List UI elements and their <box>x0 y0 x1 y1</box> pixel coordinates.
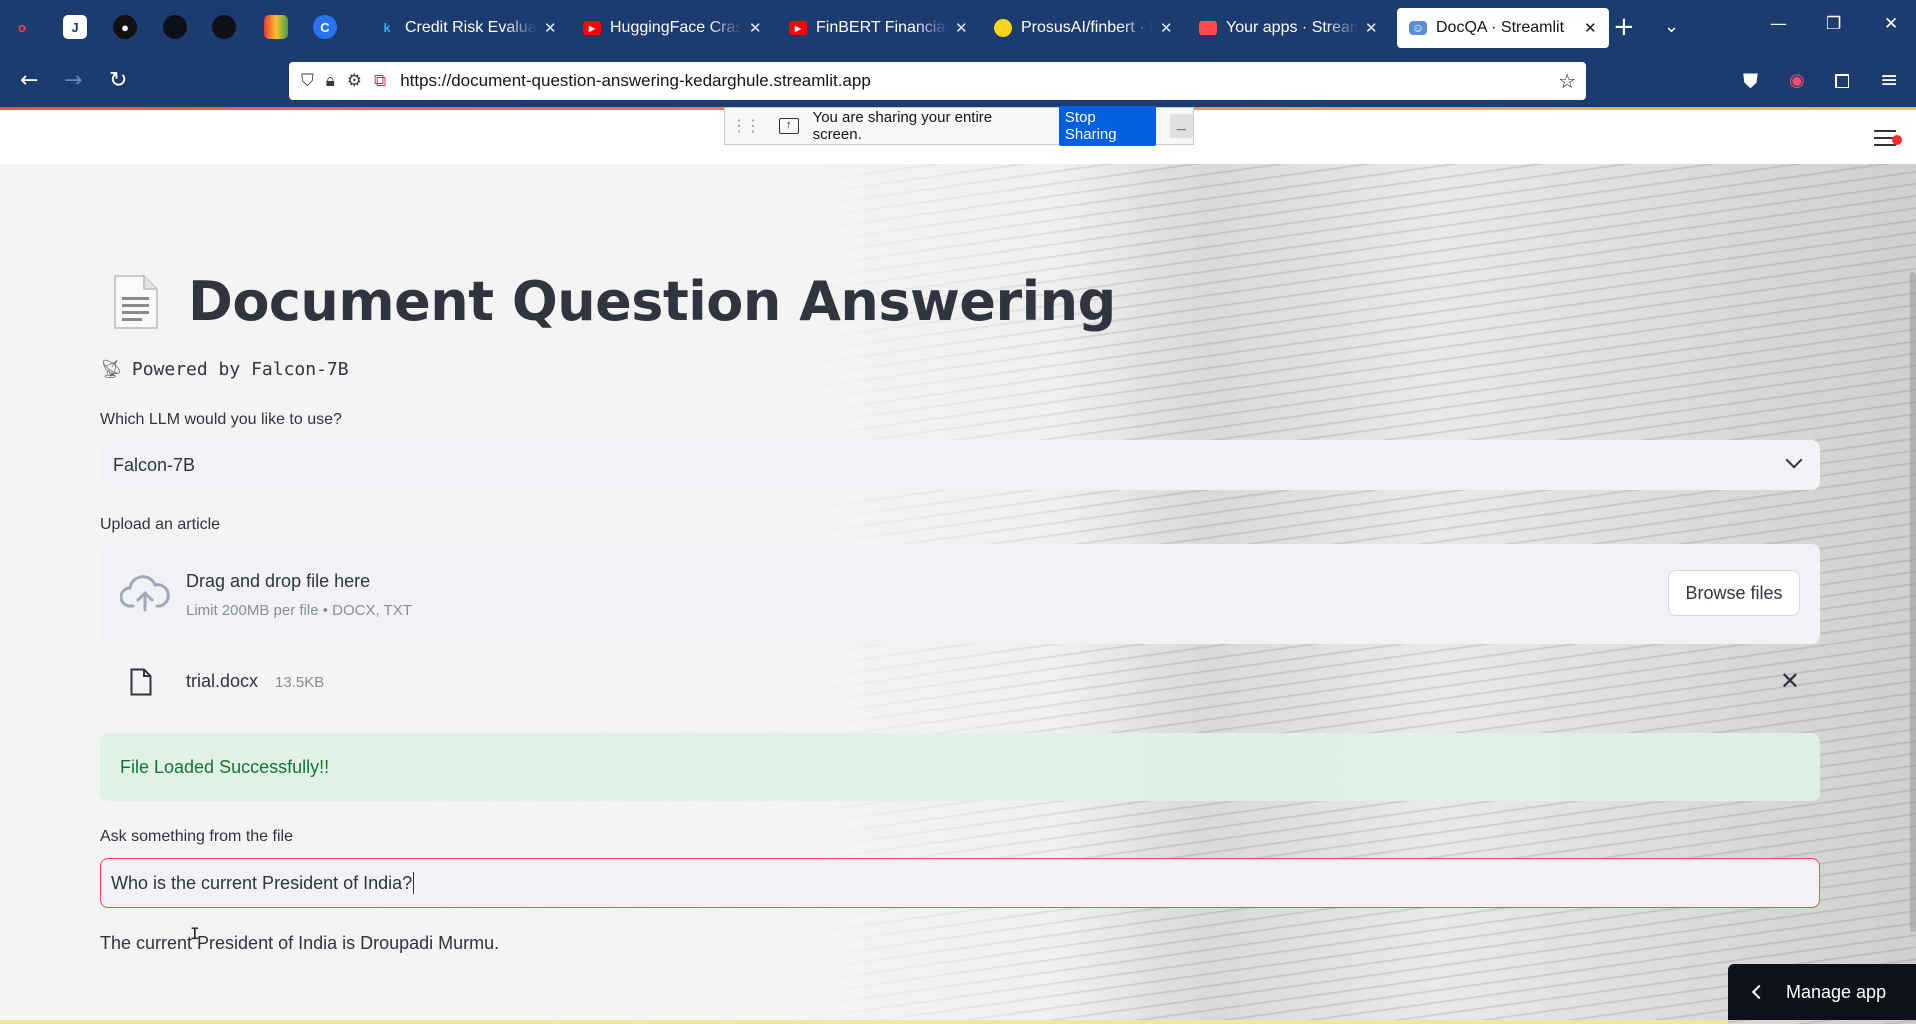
youtube-icon: ▶ <box>583 21 601 35</box>
tab-credit-risk[interactable]: k Credit Risk Evaluation ✕ <box>378 10 557 46</box>
nav-bar: ← → ↻ ⛉ 🔒︎ ⚙ ⧉ https://document-question… <box>0 55 1916 107</box>
pinned-tab-github-icon-2[interactable] <box>212 15 236 39</box>
pinned-tab-opera-icon[interactable]: o <box>10 15 34 39</box>
uploaded-file-size: 13.5KB <box>275 674 325 691</box>
tab-finbert[interactable]: ▶ FinBERT Financial Sentiment ✕ <box>789 10 968 46</box>
dropzone-instructions: Drag and drop file here <box>186 571 371 591</box>
page-scrollbar[interactable] <box>1910 272 1916 932</box>
bottom-border <box>0 1020 1728 1024</box>
page-title-row: Document Question Answering <box>112 270 1116 333</box>
pinned-tab-chart-icon[interactable] <box>264 15 288 39</box>
huggingface-icon <box>994 19 1012 37</box>
file-icon <box>130 668 152 696</box>
address-bar[interactable]: ⛉ 🔒︎ ⚙ ⧉ https://document-question-answe… <box>289 62 1586 100</box>
tab-your-apps[interactable]: Your apps · Streamlit ✕ <box>1199 10 1378 46</box>
back-arrow-icon[interactable]: ← <box>20 69 38 93</box>
url-text[interactable]: https://document-question-answering-keda… <box>400 71 871 91</box>
remove-file-close-icon[interactable]: ✕ <box>1780 667 1800 696</box>
text-caret <box>413 872 415 894</box>
powered-by-text: Powered by Falcon-7B <box>131 359 349 380</box>
question-label: Ask something from the file <box>100 828 293 845</box>
extension-record-icon[interactable]: ◉ <box>1789 69 1805 93</box>
bookmark-star-icon[interactable]: ☆ <box>1558 69 1576 93</box>
close-icon[interactable]: ✕ <box>1160 19 1173 37</box>
manage-app-label: Manage app <box>1786 981 1887 1002</box>
file-dropzone[interactable]: Drag and drop file here Limit 200MB per … <box>100 544 1820 644</box>
llm-selected-value: Falcon-7B <box>113 454 196 475</box>
screen-sharing-indicator: ⋮⋮ ↑ You are sharing your entire screen.… <box>724 106 1194 146</box>
new-tab-plus-icon[interactable]: + <box>1613 12 1635 42</box>
mouse-ibeam-cursor: I <box>190 924 200 943</box>
dropzone-limits: Limit 200MB per file • DOCX, TXT <box>186 602 412 619</box>
uploaded-file-name: trial.docx <box>186 671 259 691</box>
lock-icon[interactable]: 🔒︎ <box>326 71 335 91</box>
question-input-value[interactable]: Who is the current President of India? <box>111 873 412 894</box>
menu-hamburger-icon[interactable]: ≡ <box>1880 69 1898 93</box>
pinned-tab-app-icon[interactable]: J <box>63 15 87 39</box>
pocket-icon[interactable]: ⛊ <box>1743 69 1758 93</box>
tab-bar: o J ● C k Credit Risk Evaluation ✕ ▶ Hug… <box>0 0 1916 55</box>
reload-icon[interactable]: ↻ <box>109 69 127 93</box>
close-icon[interactable]: ✕ <box>749 19 762 37</box>
screen-share-indicator-icon[interactable]: ⧉ <box>374 71 386 91</box>
close-icon[interactable]: ✕ <box>544 19 557 37</box>
streamlit-icon <box>1199 21 1217 35</box>
close-icon[interactable]: ✕ <box>955 19 968 37</box>
robot-icon: ☺ <box>1409 21 1427 35</box>
drag-grip-icon[interactable]: ⋮⋮ <box>731 116 761 136</box>
pinned-tab-github-icon[interactable] <box>163 15 187 39</box>
close-icon[interactable]: ✕ <box>1365 19 1378 37</box>
document-icon <box>114 274 158 329</box>
tab-huggingface-crash[interactable]: ▶ HuggingFace Crash Course ✕ <box>583 10 762 46</box>
forward-arrow-icon[interactable]: → <box>64 69 82 93</box>
chevron-left-icon <box>1751 984 1767 1000</box>
tab-prosusai-finbert[interactable]: ProsusAI/finbert · Hugging Face ✕ <box>994 10 1173 46</box>
success-message: File Loaded Successfully!! <box>120 756 330 777</box>
restore-icon[interactable]: ❐ <box>1826 14 1841 34</box>
pinned-tab-c-icon[interactable]: C <box>313 15 337 39</box>
success-alert: File Loaded Successfully!! <box>100 733 1820 801</box>
share-screen-icon: ↑ <box>779 118 799 134</box>
list-tabs-chevron-icon[interactable]: ⌄ <box>1664 12 1679 42</box>
notification-dot <box>1892 135 1902 145</box>
youtube-icon: ▶ <box>789 21 807 35</box>
llm-select[interactable]: Falcon-7B <box>100 440 1820 490</box>
stop-sharing-button[interactable]: Stop Sharing <box>1058 106 1156 146</box>
shield-icon[interactable]: ⛉ <box>301 71 314 91</box>
page-title: Document Question Answering <box>188 270 1116 333</box>
kaggle-k-icon: k <box>383 21 391 35</box>
app-menu-icon[interactable] <box>1874 130 1902 146</box>
hide-indicator-button[interactable]: _ <box>1169 114 1193 138</box>
close-window-icon[interactable]: ✕ <box>1884 14 1898 34</box>
powered-by-caption: 📡︎ Powered by Falcon-7B <box>100 359 349 380</box>
uploaded-file-row: trial.docx 13.5KB ✕ <box>100 655 1820 711</box>
upload-label: Upload an article <box>100 516 221 533</box>
tab-docqa[interactable]: ☺ DocQA · Streamlit ✕ <box>1397 8 1609 48</box>
permissions-icon[interactable]: ⚙ <box>347 71 362 91</box>
pinned-tab-cinema-icon[interactable]: ● <box>113 15 137 39</box>
question-input[interactable]: Who is the current President of India? <box>100 858 1820 908</box>
cloud-upload-icon <box>120 575 170 612</box>
llm-select-label: Which LLM would you like to use? <box>100 411 342 428</box>
browse-files-button[interactable]: Browse files <box>1668 570 1800 616</box>
sharing-message: You are sharing your entire screen. <box>812 109 993 143</box>
satellite-dish-icon: 📡︎ <box>100 359 123 380</box>
chevron-down-icon[interactable] <box>1785 451 1803 469</box>
minimize-icon[interactable]: — <box>1770 14 1787 34</box>
answer-text: The current President of India is Droupa… <box>100 933 500 953</box>
manage-app-button[interactable]: Manage app <box>1728 964 1916 1020</box>
close-icon[interactable]: ✕ <box>1584 19 1597 37</box>
extensions-puzzle-icon[interactable]: ⧠ <box>1834 69 1850 93</box>
